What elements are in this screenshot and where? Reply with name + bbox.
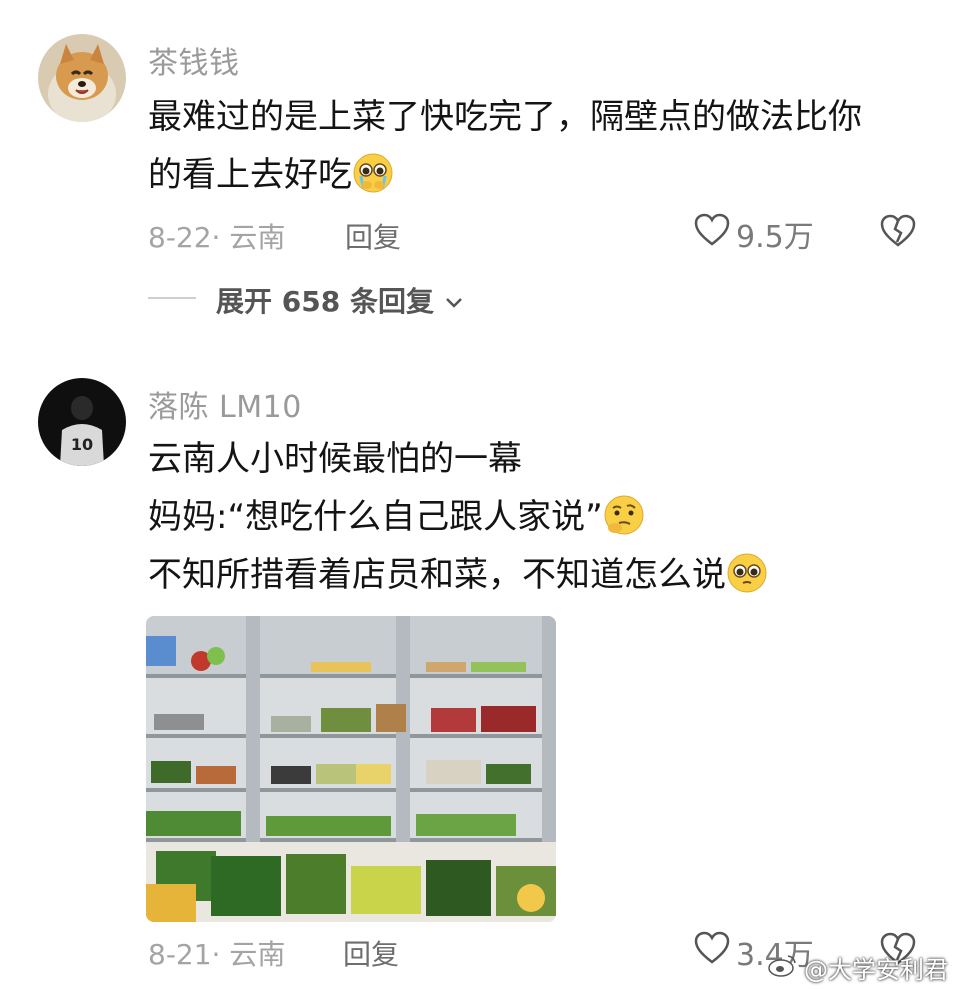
expand-divider (148, 297, 196, 299)
crying-pleading-emoji-icon (352, 152, 394, 194)
comment-date-location: 8-22· 云南 (148, 221, 286, 254)
reply-button[interactable]: 回复 (343, 933, 399, 973)
avatar-chaqianqian[interactable] (38, 34, 126, 122)
heart-icon (694, 213, 730, 255)
svg-text:10: 10 (71, 435, 93, 454)
thinking-emoji-icon (603, 494, 645, 536)
comment-text-line-with-emoji: 妈妈:“想吃什么自己跟人家说” (148, 488, 768, 546)
weibo-logo-icon (768, 953, 798, 983)
comment-text-line-with-emoji: 不知所措看着店员和菜，不知道怎么说 (148, 546, 768, 604)
comment-text: 云南人小时候最怕的一幕 妈妈:“想吃什么自己跟人家说” 不知所措看着店员和菜，不… (148, 430, 768, 604)
pleading-emoji-icon (726, 552, 768, 594)
watermark: @大学安利君 (768, 950, 948, 985)
dislike-icon[interactable] (880, 214, 916, 252)
chevron-down-icon (444, 284, 464, 317)
comment-text-line-with-emoji: 的看上去好吃 (148, 146, 862, 204)
like-count: 9.5万 (736, 220, 814, 255)
avatar-luochen[interactable]: 10 (38, 378, 126, 466)
comment-photo[interactable] (146, 616, 556, 922)
reply-button[interactable]: 回复 (345, 216, 401, 256)
expand-replies-button[interactable]: 展开 658 条回复 (216, 280, 464, 320)
comment-text-line: 最难过的是上菜了快吃完了，隔壁点的做法比你 (148, 97, 862, 137)
comment-username[interactable]: 落陈 LM10 (148, 382, 302, 426)
watermark-text: @大学安利君 (804, 956, 948, 984)
vegetable-display-fridge-image (146, 616, 556, 922)
comment-text-line: 云南人小时候最怕的一幕 (148, 439, 522, 479)
heart-icon (694, 931, 730, 973)
expand-replies-label: 展开 658 条回复 (216, 285, 434, 318)
like-button[interactable]: 9.5万 (694, 212, 814, 256)
comment-username[interactable]: 茶钱钱 (148, 38, 240, 82)
comment-text: 最难过的是上菜了快吃完了，隔壁点的做法比你 的看上去好吃 (148, 88, 862, 204)
comment-date-location: 8-21· 云南 (148, 938, 286, 971)
